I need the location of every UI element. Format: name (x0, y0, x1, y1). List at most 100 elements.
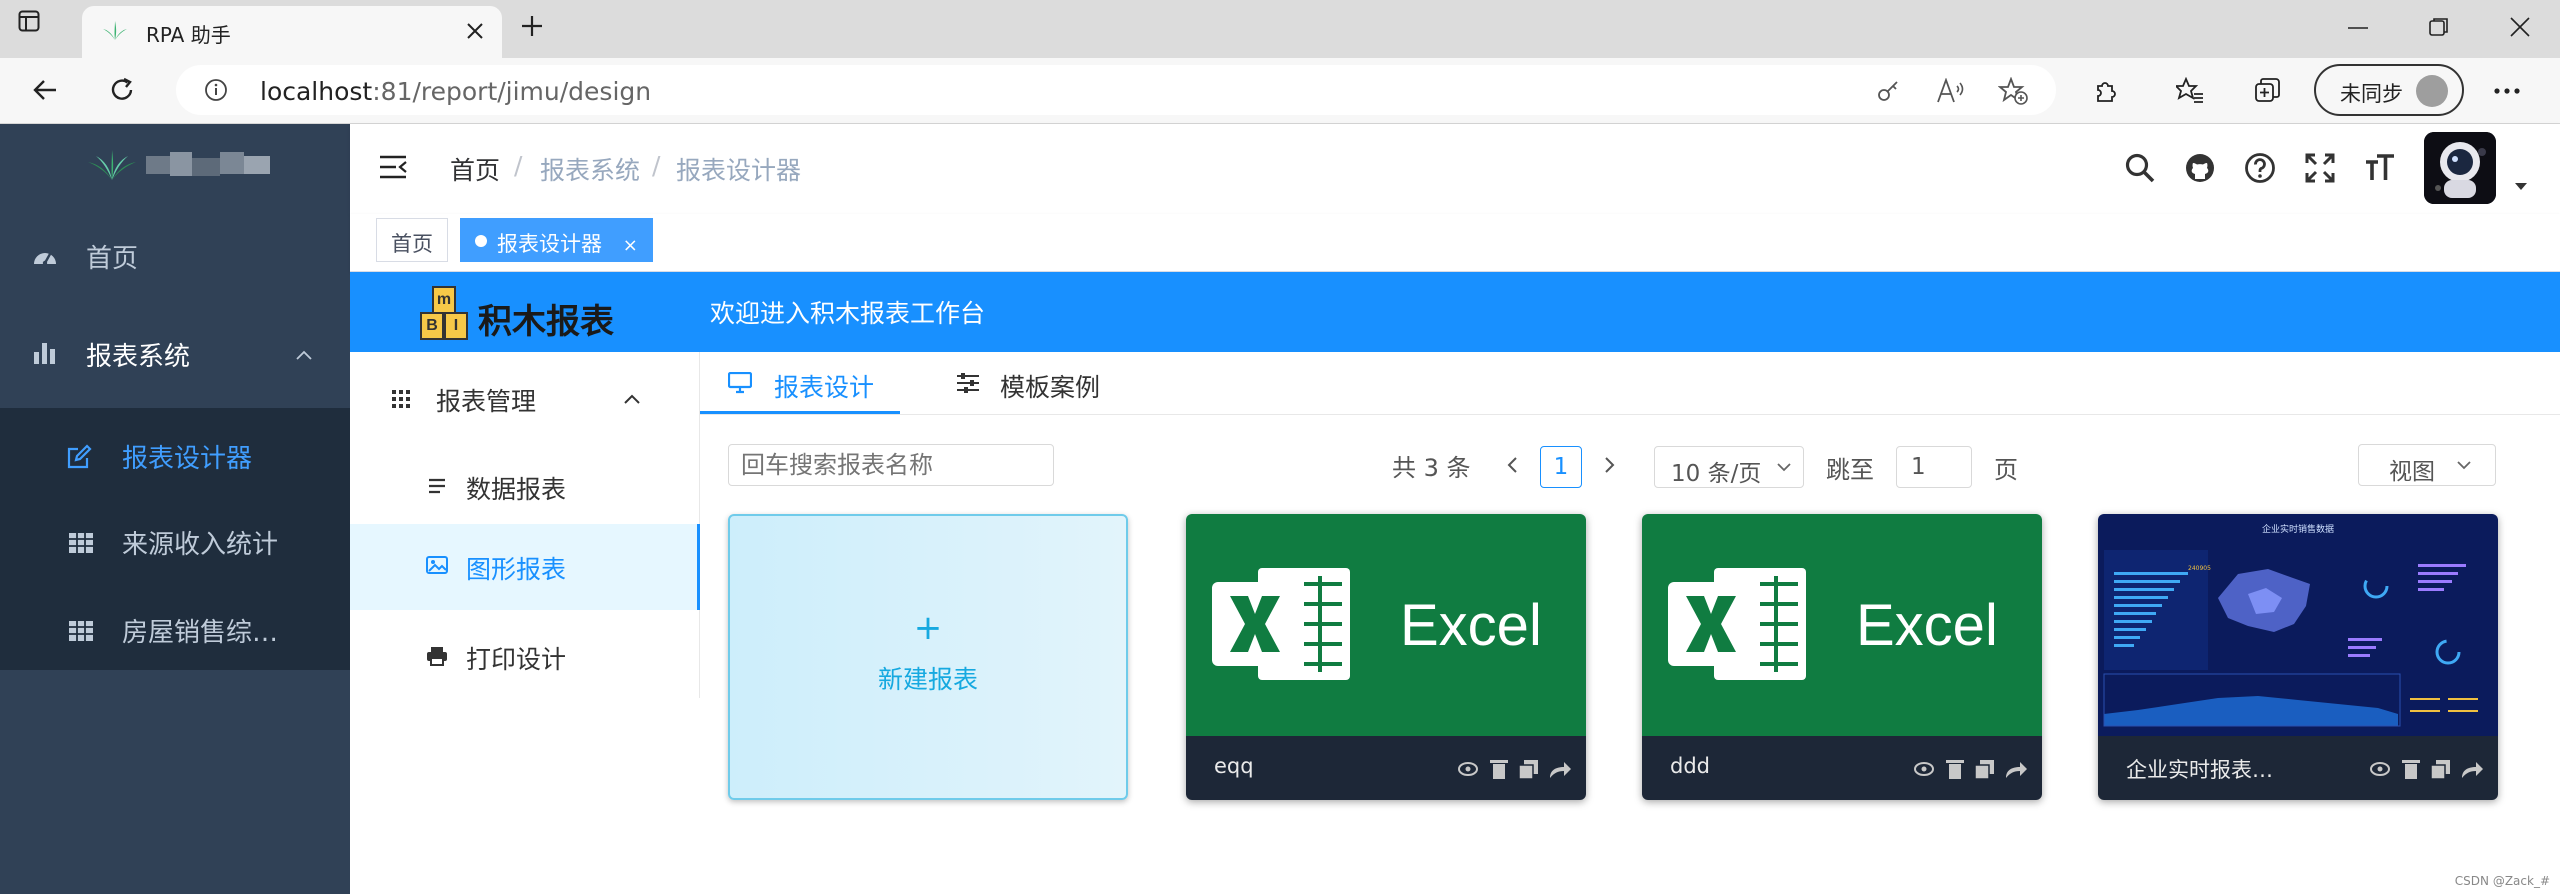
browser-tab[interactable]: RPA 助手 (82, 6, 502, 58)
key-icon[interactable] (1876, 79, 1900, 103)
view-icon[interactable] (1458, 762, 1478, 776)
card-footer: eqq (1186, 736, 1586, 800)
menu-item-chart-report[interactable]: 图形报表 (350, 524, 700, 610)
sidebar-item-report-designer[interactable]: 报表设计器 (0, 430, 350, 486)
sidebar-item-revenue-stats[interactable]: 来源收入统计 (0, 516, 350, 572)
current-page-button[interactable]: 1 (1540, 446, 1582, 488)
page-size-value: 10 条/页 (1671, 461, 1762, 487)
excel-thumb-text: Excel (1400, 593, 1542, 658)
report-card-eqq[interactable]: Excel eqq (1186, 514, 1586, 800)
github-icon[interactable] (2184, 152, 2216, 184)
menu-item-label: 图形报表 (466, 555, 567, 584)
font-size-icon[interactable] (2364, 152, 2396, 184)
plus-icon: + (913, 608, 943, 648)
breadcrumb-home[interactable]: 首页 (450, 151, 500, 187)
close-tab-icon[interactable] (466, 22, 484, 40)
new-report-card[interactable]: + 新建报表 (728, 514, 1128, 800)
menu-group-report-management[interactable]: 报表管理 (350, 372, 700, 426)
close-window-icon[interactable] (2510, 17, 2530, 37)
table-icon (69, 533, 93, 553)
page-suffix: 页 (1994, 456, 2018, 484)
view-icon[interactable] (1914, 762, 1934, 776)
report-search-input[interactable] (728, 444, 1054, 486)
page-size-select[interactable]: 10 条/页 (1654, 446, 1804, 488)
sidebar-item-home[interactable]: 首页 (0, 230, 350, 286)
url-path: :81/report/jimu/design (372, 77, 652, 106)
goto-page-input[interactable]: 1 (1896, 446, 1972, 488)
tab-template-cases[interactable]: 模板案例 (930, 352, 1130, 414)
excel-thumbnail: Excel (1186, 514, 1586, 736)
prev-page-icon[interactable] (1506, 456, 1518, 474)
view-icon[interactable] (2370, 762, 2390, 776)
tab-actions-icon[interactable] (18, 10, 40, 32)
user-avatar[interactable] (2424, 132, 2496, 204)
read-aloud-icon[interactable] (1936, 78, 1966, 104)
share-icon[interactable] (2462, 762, 2483, 778)
extensions-icon[interactable] (2092, 78, 2118, 104)
menu-item-print-design[interactable]: 打印设计 (350, 628, 700, 684)
copy-icon[interactable] (2430, 760, 2450, 780)
delete-icon[interactable] (2402, 760, 2420, 779)
url-text: localhost:81/report/jimu/design (260, 77, 651, 106)
profile-sync-button[interactable]: 未同步 (2314, 64, 2464, 116)
caret-down-icon[interactable] (2514, 182, 2528, 191)
minimize-icon[interactable] (2348, 26, 2368, 30)
tag-report-designer[interactable]: 报表设计器 × (460, 218, 653, 262)
address-field[interactable]: localhost:81/report/jimu/design (176, 65, 2056, 115)
delete-icon[interactable] (1946, 760, 1964, 779)
delete-icon[interactable] (1490, 760, 1508, 779)
dashboard-icon (34, 253, 56, 266)
breadcrumb-report-system[interactable]: 报表系统 (540, 151, 640, 187)
report-card-enterprise[interactable]: 企业实时销售数据 240905 企业实时报表… (2098, 514, 2498, 800)
tab-report-design[interactable]: 报表设计 (700, 352, 900, 414)
chevron-down-icon (1777, 463, 1791, 472)
breadcrumb-separator: / (652, 151, 661, 180)
add-favorite-icon[interactable] (1998, 77, 2028, 105)
share-icon[interactable] (1550, 762, 1571, 778)
sync-label: 未同步 (2340, 82, 2403, 106)
pagination-total: 共 3 条 (1392, 454, 1471, 482)
sidebar-item-label: 报表系统 (86, 342, 191, 372)
profile-avatar (2416, 75, 2448, 107)
sliders-icon (957, 373, 979, 393)
next-page-icon[interactable] (1604, 456, 1616, 474)
help-icon[interactable] (2244, 152, 2276, 184)
new-tab-icon[interactable] (520, 14, 544, 38)
watermark: CSDN @Zack_# (2454, 874, 2550, 888)
site-info-icon[interactable] (204, 78, 228, 102)
sidebar-item-house-sales[interactable]: 房屋销售综… (0, 604, 350, 660)
tab-label: 模板案例 (1000, 373, 1101, 402)
restore-icon[interactable] (2428, 16, 2450, 38)
menu-item-data-report[interactable]: 数据报表 (350, 458, 700, 514)
jimu-logo: B I m 积木报表 (420, 282, 640, 342)
tag-label: 首页 (391, 232, 433, 256)
more-menu-icon[interactable] (2494, 88, 2520, 94)
back-icon[interactable] (32, 78, 58, 102)
card-footer: ddd (1642, 736, 2042, 800)
report-card-ddd[interactable]: Excel ddd (1642, 514, 2042, 800)
refresh-icon[interactable] (108, 76, 136, 104)
goto-label: 跳至 (1826, 456, 1874, 484)
fullscreen-icon[interactable] (2304, 152, 2336, 184)
view-select[interactable]: 视图 (2358, 444, 2496, 486)
table-icon (69, 621, 93, 641)
copy-icon[interactable] (1518, 760, 1538, 780)
sidebar-item-label: 来源收入统计 (122, 530, 279, 560)
sidebar-item-label: 首页 (86, 244, 139, 274)
dashboard-thumbnail: 企业实时销售数据 240905 (2098, 514, 2498, 736)
hamburger-icon[interactable] (378, 154, 408, 180)
logo-text: 积木报表 (478, 302, 614, 342)
astronaut-avatar-icon (2424, 132, 2496, 204)
tag-home[interactable]: 首页 (376, 218, 448, 262)
sidebar: 首页 报表系统 报表设计器 来源收入统计 房屋销售综… (0, 124, 350, 894)
edit-icon (67, 444, 92, 469)
tag-close-icon[interactable]: × (623, 235, 638, 256)
logo-block-b: B (420, 312, 444, 340)
logo-block-i: I (444, 312, 468, 340)
copy-icon[interactable] (1974, 760, 1994, 780)
search-icon[interactable] (2124, 152, 2156, 184)
sidebar-item-report-system[interactable]: 报表系统 (0, 328, 350, 384)
share-icon[interactable] (2006, 762, 2027, 778)
favorites-icon[interactable] (2176, 77, 2204, 105)
collections-icon[interactable] (2254, 77, 2282, 105)
